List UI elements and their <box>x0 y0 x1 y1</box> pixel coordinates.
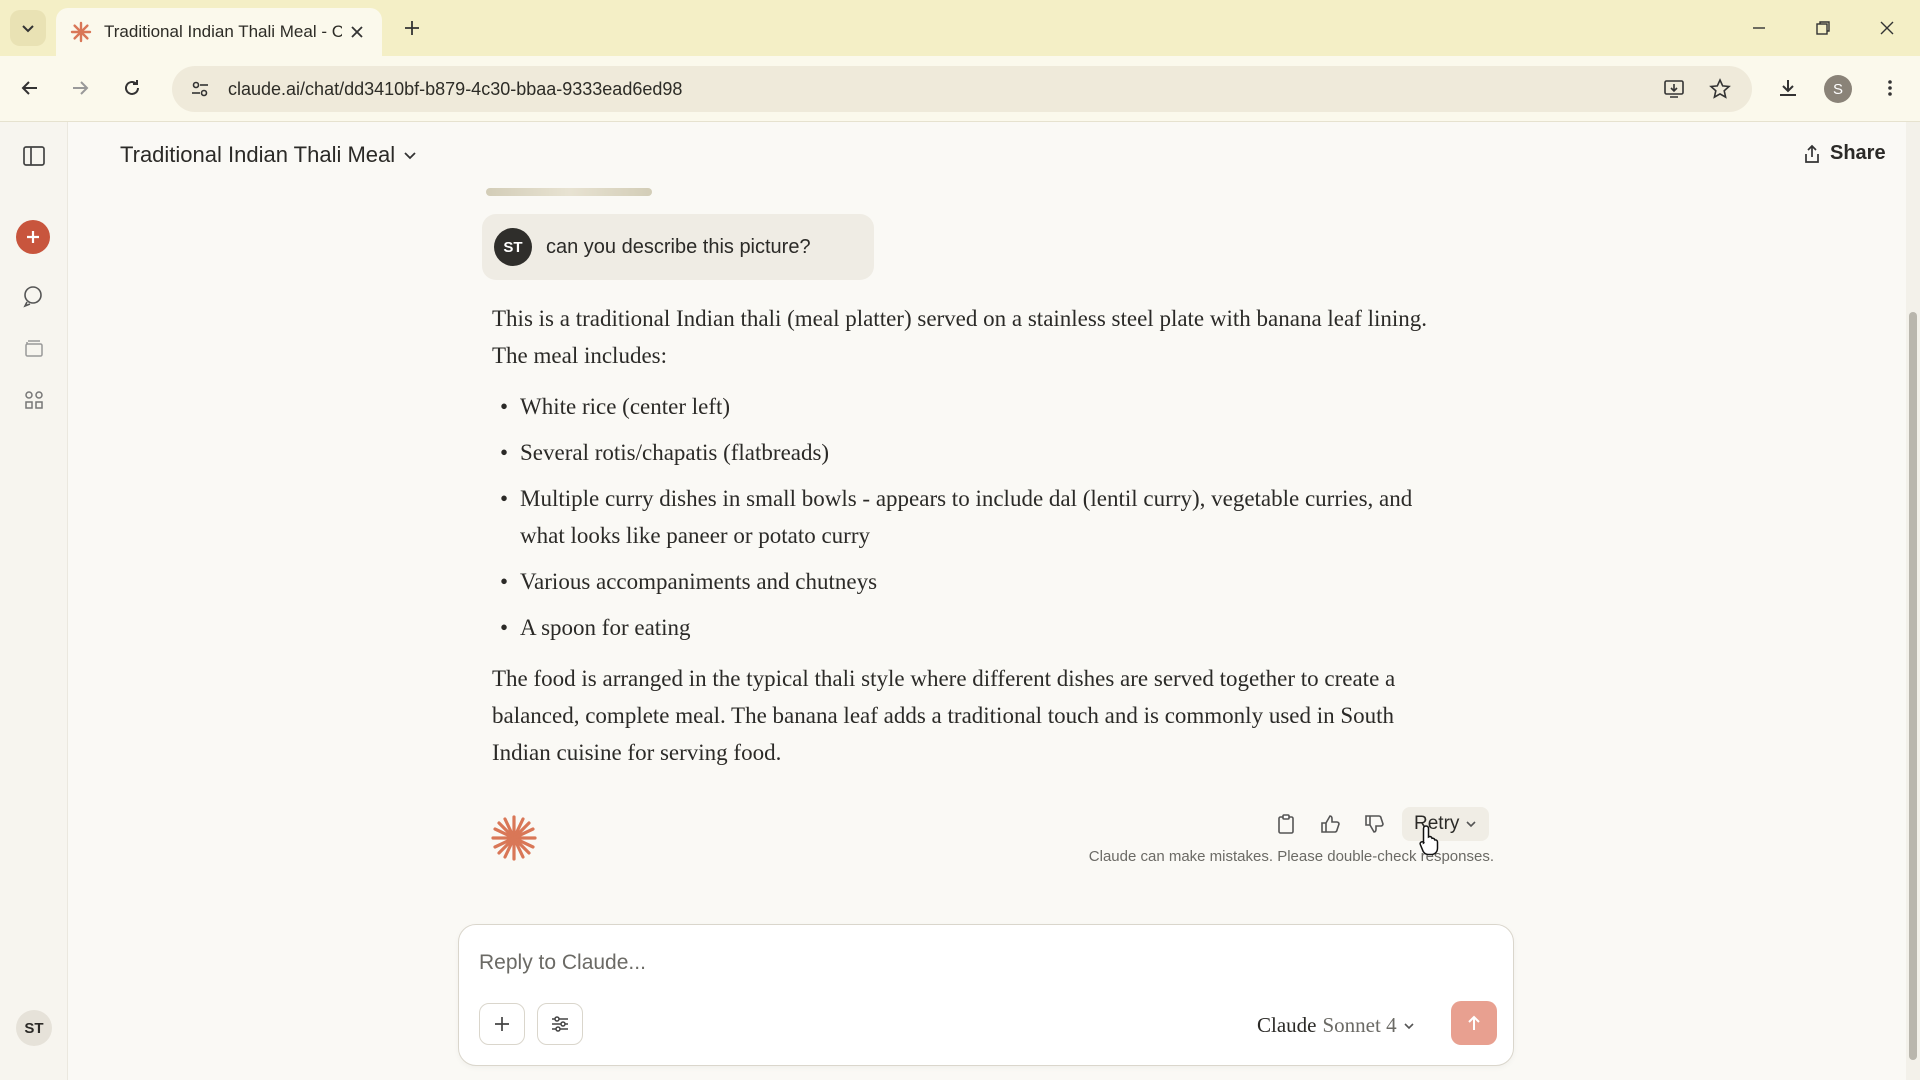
minimize-icon <box>1753 27 1765 29</box>
tune-icon <box>192 81 208 97</box>
thumbs-down-button[interactable] <box>1354 806 1394 842</box>
browser-menu-button[interactable] <box>1872 70 1908 106</box>
toggle-sidebar-button[interactable] <box>14 136 54 176</box>
chevron-down-icon <box>1466 821 1476 828</box>
list-item: Multiple curry dishes in small bowls - a… <box>492 480 1452 554</box>
close-icon <box>351 26 363 38</box>
browser-toolbar: claude.ai/chat/dd3410bf-b879-4c30-bbaa-9… <box>0 56 1920 122</box>
new-tab-button[interactable] <box>396 12 428 44</box>
attached-image-edge <box>486 188 652 196</box>
reply-input[interactable] <box>479 947 1479 979</box>
scrollbar-thumb[interactable] <box>1909 312 1917 1060</box>
browser-tab-bar: Traditional Indian Thali Meal - C <box>0 0 1920 56</box>
close-icon <box>1880 21 1894 35</box>
address-bar[interactable]: claude.ai/chat/dd3410bf-b879-4c30-bbaa-9… <box>172 66 1752 112</box>
download-icon <box>1780 80 1796 96</box>
share-label: Share <box>1830 142 1886 164</box>
star-icon <box>1709 78 1731 99</box>
tools-button[interactable] <box>537 1003 583 1045</box>
model-selector[interactable]: Claude Sonnet 4 <box>1257 1013 1415 1038</box>
arrow-right-icon <box>73 81 89 95</box>
close-window-button[interactable] <box>1864 8 1910 48</box>
claude-logo-icon <box>491 815 537 861</box>
chats-button[interactable] <box>14 276 54 316</box>
clipboard-icon <box>1278 814 1294 834</box>
assistant-response: This is a traditional Indian thali (meal… <box>492 300 1452 785</box>
sidebar-icon <box>23 146 45 166</box>
restore-icon <box>1816 21 1830 35</box>
chat-bubbles-icon <box>23 286 42 308</box>
bookmark-button[interactable] <box>1702 71 1738 107</box>
user-message-text: can you describe this picture? <box>546 235 811 258</box>
plus-icon <box>27 231 39 243</box>
downloads-button[interactable] <box>1770 70 1806 106</box>
claude-favicon-icon <box>70 21 92 43</box>
attach-button[interactable] <box>479 1003 525 1045</box>
send-button[interactable] <box>1451 1001 1497 1045</box>
share-button[interactable]: Share <box>1802 142 1886 165</box>
chat-title-button[interactable]: Traditional Indian Thali Meal <box>120 142 417 168</box>
response-list: White rice (center left) Several rotis/c… <box>492 388 1452 646</box>
user-message: ST can you describe this picture? <box>482 214 874 280</box>
reload-icon <box>125 80 139 95</box>
chat-title: Traditional Indian Thali Meal <box>120 142 396 167</box>
user-avatar[interactable]: ST <box>16 1010 52 1046</box>
more-vertical-icon <box>1888 80 1892 96</box>
shapes-icon <box>25 391 43 409</box>
thumbs-up-button[interactable] <box>1310 806 1350 842</box>
chevron-down-icon <box>22 25 34 33</box>
reply-composer: Claude Sonnet 4 <box>458 924 1514 1066</box>
back-button[interactable] <box>12 70 48 106</box>
thumbs-down-icon <box>1365 815 1384 833</box>
arrow-left-icon <box>21 81 37 95</box>
retry-button[interactable]: Retry <box>1402 807 1490 841</box>
user-avatar: ST <box>494 228 532 266</box>
left-sidebar: ST <box>0 122 68 1080</box>
install-icon <box>1664 80 1684 98</box>
arrow-up-icon <box>1468 1015 1480 1030</box>
profile-avatar[interactable]: S <box>1824 75 1852 103</box>
forward-button[interactable] <box>62 70 98 106</box>
list-item: Several rotis/chapatis (flatbreads) <box>492 434 1452 471</box>
model-version: Sonnet 4 <box>1322 1013 1397 1037</box>
chevron-down-icon <box>1404 1022 1414 1029</box>
minimize-button[interactable] <box>1736 8 1782 48</box>
artifacts-button[interactable] <box>14 380 54 420</box>
url-text: claude.ai/chat/dd3410bf-b879-4c30-bbaa-9… <box>228 78 683 99</box>
list-item: White rice (center left) <box>492 388 1452 425</box>
hand-cursor-icon <box>1419 825 1439 856</box>
tab-search-button[interactable] <box>10 10 46 46</box>
plus-icon <box>495 1017 509 1031</box>
browser-tab-active[interactable]: Traditional Indian Thali Meal - C <box>56 8 382 56</box>
plus-icon <box>405 21 419 35</box>
folder-stack-icon <box>25 340 43 357</box>
tab-close-button[interactable] <box>346 21 368 43</box>
projects-button[interactable] <box>14 328 54 368</box>
restore-button[interactable] <box>1800 8 1846 48</box>
copy-button[interactable] <box>1266 806 1306 842</box>
thumbs-up-icon <box>1321 815 1340 833</box>
response-actions: Retry <box>1266 806 1490 842</box>
list-item: Various accompaniments and chutneys <box>492 563 1452 600</box>
response-intro: This is a traditional Indian thali (meal… <box>492 306 1428 368</box>
new-chat-button[interactable] <box>16 220 50 254</box>
install-app-button[interactable] <box>1656 71 1692 107</box>
model-name: Claude <box>1257 1013 1317 1037</box>
response-outro: The food is arranged in the typical thal… <box>492 666 1396 765</box>
tab-title: Traditional Indian Thali Meal - C <box>104 22 342 41</box>
share-icon <box>1805 144 1819 163</box>
list-item: A spoon for eating <box>492 609 1452 646</box>
reload-button[interactable] <box>114 70 150 106</box>
chevron-down-icon <box>404 152 416 160</box>
sliders-icon <box>552 1016 568 1032</box>
site-info-button[interactable] <box>178 66 222 112</box>
